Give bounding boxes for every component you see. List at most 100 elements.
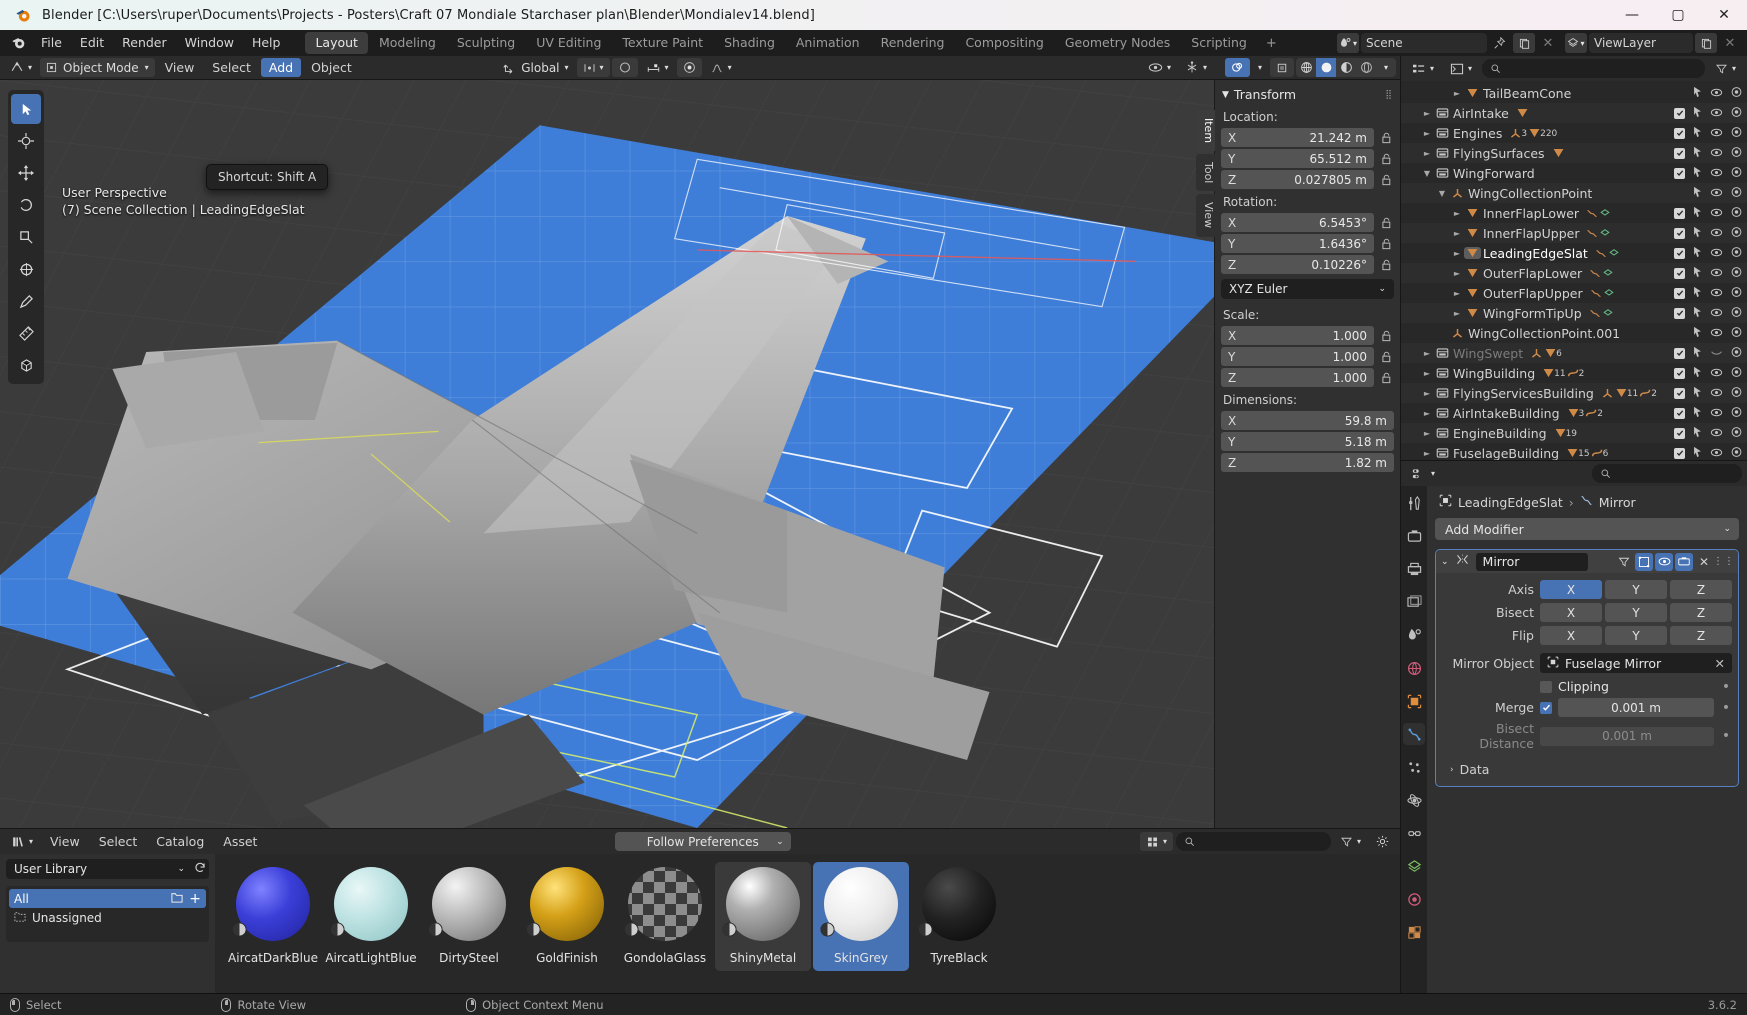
eye-open-icon[interactable]: [1710, 126, 1723, 141]
sidebar-tab-item[interactable]: Item: [1196, 110, 1215, 152]
viewport-gizmos-icon[interactable]: ▾: [1179, 58, 1213, 77]
eye-open-icon[interactable]: [1710, 146, 1723, 161]
modifier-close-icon[interactable]: ✕: [1695, 553, 1713, 571]
render-visibility-icon[interactable]: [1730, 146, 1743, 161]
asset-card[interactable]: AircatLightBlue: [323, 862, 419, 971]
eye-open-icon[interactable]: [1710, 326, 1723, 341]
location-x-row[interactable]: X 21.242 m: [1215, 127, 1400, 148]
add-catalog-icon[interactable]: +: [189, 892, 201, 906]
new-scene-icon[interactable]: [1513, 33, 1535, 53]
tab-tool[interactable]: [1403, 492, 1425, 514]
outliner-search-input[interactable]: [1482, 59, 1705, 78]
add-workspace-button[interactable]: +: [1258, 36, 1285, 51]
rotation-z-row[interactable]: Z 0.10226°: [1215, 254, 1400, 275]
asset-search-input[interactable]: [1175, 832, 1331, 851]
tab-scene[interactable]: [1403, 624, 1425, 646]
workspace-tab-rendering[interactable]: Rendering: [871, 32, 955, 54]
selectable-cursor-icon[interactable]: [1692, 166, 1703, 181]
catalog-item-unassigned[interactable]: Unassigned: [9, 908, 206, 927]
outliner-row[interactable]: ► OuterFlapLower: [1401, 263, 1747, 283]
rotation-z-field[interactable]: Z 0.10226°: [1221, 255, 1374, 274]
eye-open-icon[interactable]: [1710, 186, 1723, 201]
lock-scale-z-icon[interactable]: [1379, 372, 1394, 384]
dimensions-z-row[interactable]: Z 1.82 m: [1215, 452, 1400, 473]
menu-render[interactable]: Render: [113, 32, 176, 54]
exclude-checkbox[interactable]: [1674, 427, 1685, 439]
tab-constraints[interactable]: [1403, 822, 1425, 844]
disclosure-triangle-icon[interactable]: ►: [1420, 349, 1434, 358]
selectable-cursor-icon[interactable]: [1692, 286, 1703, 301]
asset-display-mode-dropdown[interactable]: Follow Preferences ⌄: [614, 832, 791, 851]
tab-output[interactable]: [1403, 558, 1425, 580]
exclude-checkbox[interactable]: [1674, 147, 1685, 159]
flip-x-button[interactable]: X: [1540, 626, 1602, 645]
outliner-row[interactable]: ► FuselageBuilding 15 6: [1401, 443, 1747, 460]
remove-scene-icon[interactable]: ✕: [1537, 33, 1559, 53]
selectable-cursor-icon[interactable]: [1692, 446, 1703, 461]
render-visibility-icon[interactable]: [1730, 386, 1743, 401]
viewport-menu-select[interactable]: Select: [204, 58, 259, 77]
render-visibility-icon[interactable]: [1730, 206, 1743, 221]
pin-scene-icon[interactable]: [1489, 33, 1511, 53]
sidebar-tab-view[interactable]: View: [1196, 194, 1215, 237]
menu-edit[interactable]: Edit: [71, 32, 113, 54]
workspace-tab-uv-editing[interactable]: UV Editing: [526, 32, 611, 54]
selectable-cursor-icon[interactable]: [1692, 426, 1703, 441]
lock-location-z-icon[interactable]: [1379, 174, 1394, 186]
outliner-row[interactable]: ► FlyingServicesBuilding 11 2: [1401, 383, 1747, 403]
selectable-cursor-icon[interactable]: [1692, 246, 1703, 261]
exclude-checkbox[interactable]: [1674, 447, 1685, 459]
remove-viewlayer-icon[interactable]: ✕: [1719, 33, 1741, 53]
disclosure-triangle-icon[interactable]: ►: [1420, 109, 1434, 118]
viewport-menu-add[interactable]: Add: [260, 58, 302, 77]
flip-z-button[interactable]: Z: [1670, 626, 1732, 645]
asset-card[interactable]: ShinyMetal: [715, 862, 811, 971]
axis-y-button[interactable]: Y: [1605, 580, 1667, 599]
outliner-row[interactable]: ▼ WingForward: [1401, 163, 1747, 183]
asset-menu-view[interactable]: View: [42, 832, 88, 851]
asset-menu-asset[interactable]: Asset: [215, 832, 265, 851]
asset-options-gear-icon[interactable]: [1370, 832, 1395, 851]
render-visibility-icon[interactable]: [1730, 346, 1743, 361]
snap-toggle[interactable]: ▾: [640, 58, 675, 77]
disclosure-triangle-icon[interactable]: ►: [1450, 289, 1464, 298]
viewport-menu-view[interactable]: View: [157, 58, 203, 77]
window-maximize-button[interactable]: ▢: [1655, 0, 1701, 30]
outliner-row[interactable]: ► InnerFlapUpper: [1401, 223, 1747, 243]
proportional-editing-toggle[interactable]: [611, 58, 638, 77]
rotation-y-field[interactable]: Y 1.6436°: [1221, 234, 1374, 253]
bisect-y-button[interactable]: Y: [1605, 603, 1667, 622]
tool-cursor[interactable]: [11, 126, 41, 156]
outliner-row[interactable]: ► TailBeamCone: [1401, 83, 1747, 103]
tab-render[interactable]: [1403, 525, 1425, 547]
clipping-checkbox[interactable]: [1540, 680, 1552, 693]
tool-transform[interactable]: [11, 254, 41, 284]
menu-window[interactable]: Window: [176, 32, 243, 54]
eye-open-icon[interactable]: [1710, 246, 1723, 261]
outliner-row[interactable]: ► LeadingEdgeSlat: [1401, 243, 1747, 263]
exclude-checkbox[interactable]: [1674, 167, 1685, 179]
exclude-checkbox[interactable]: [1674, 127, 1685, 139]
render-visibility-icon[interactable]: [1730, 426, 1743, 441]
tab-material[interactable]: [1403, 888, 1425, 910]
window-close-button[interactable]: ✕: [1701, 0, 1747, 30]
refresh-library-icon[interactable]: [193, 861, 207, 877]
asset-menu-select[interactable]: Select: [91, 832, 146, 851]
asset-menu-catalog[interactable]: Catalog: [148, 832, 212, 851]
bisect-distance-field[interactable]: 0.001 m: [1540, 726, 1714, 746]
outliner-row[interactable]: ▼ WingCollectionPoint: [1401, 183, 1747, 203]
dimensions-x-field[interactable]: X 59.8 m: [1221, 411, 1394, 430]
selectable-cursor-icon[interactable]: [1692, 86, 1703, 101]
disclosure-triangle-icon[interactable]: ►: [1450, 229, 1464, 238]
modifier-render-toggle[interactable]: [1675, 552, 1693, 571]
eye-open-icon[interactable]: [1710, 366, 1723, 381]
disclosure-triangle-icon[interactable]: ►: [1450, 249, 1464, 258]
viewlayer-name-field[interactable]: ViewLayer: [1589, 33, 1693, 53]
modifier-edit-mode-display-icon[interactable]: [1615, 553, 1633, 571]
outliner-row[interactable]: ► OuterFlapUpper: [1401, 283, 1747, 303]
outliner-row[interactable]: WingCollectionPoint.001: [1401, 323, 1747, 343]
workspace-tab-layout[interactable]: Layout: [305, 32, 368, 54]
outliner-row[interactable]: ► WingFormTipUp: [1401, 303, 1747, 323]
render-visibility-icon[interactable]: [1730, 226, 1743, 241]
rotation-x-field[interactable]: X 6.5453°: [1221, 213, 1374, 232]
